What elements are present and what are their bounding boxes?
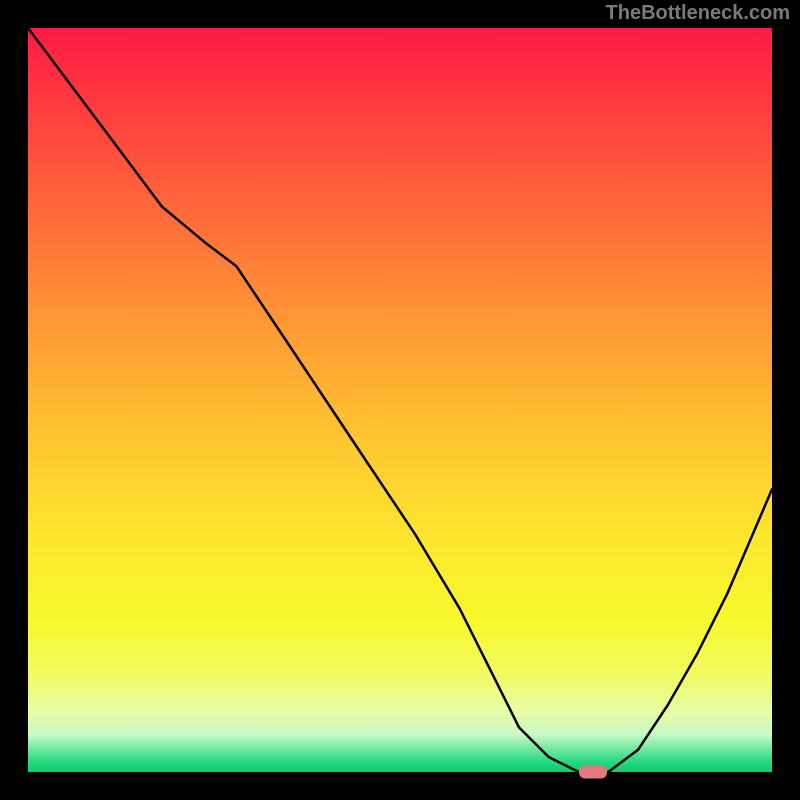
watermark-text: TheBottleneck.com bbox=[606, 2, 790, 25]
optimal-point-marker bbox=[579, 766, 607, 779]
curve-svg bbox=[28, 28, 772, 772]
bottleneck-curve bbox=[28, 28, 772, 772]
plot-area bbox=[28, 28, 772, 772]
